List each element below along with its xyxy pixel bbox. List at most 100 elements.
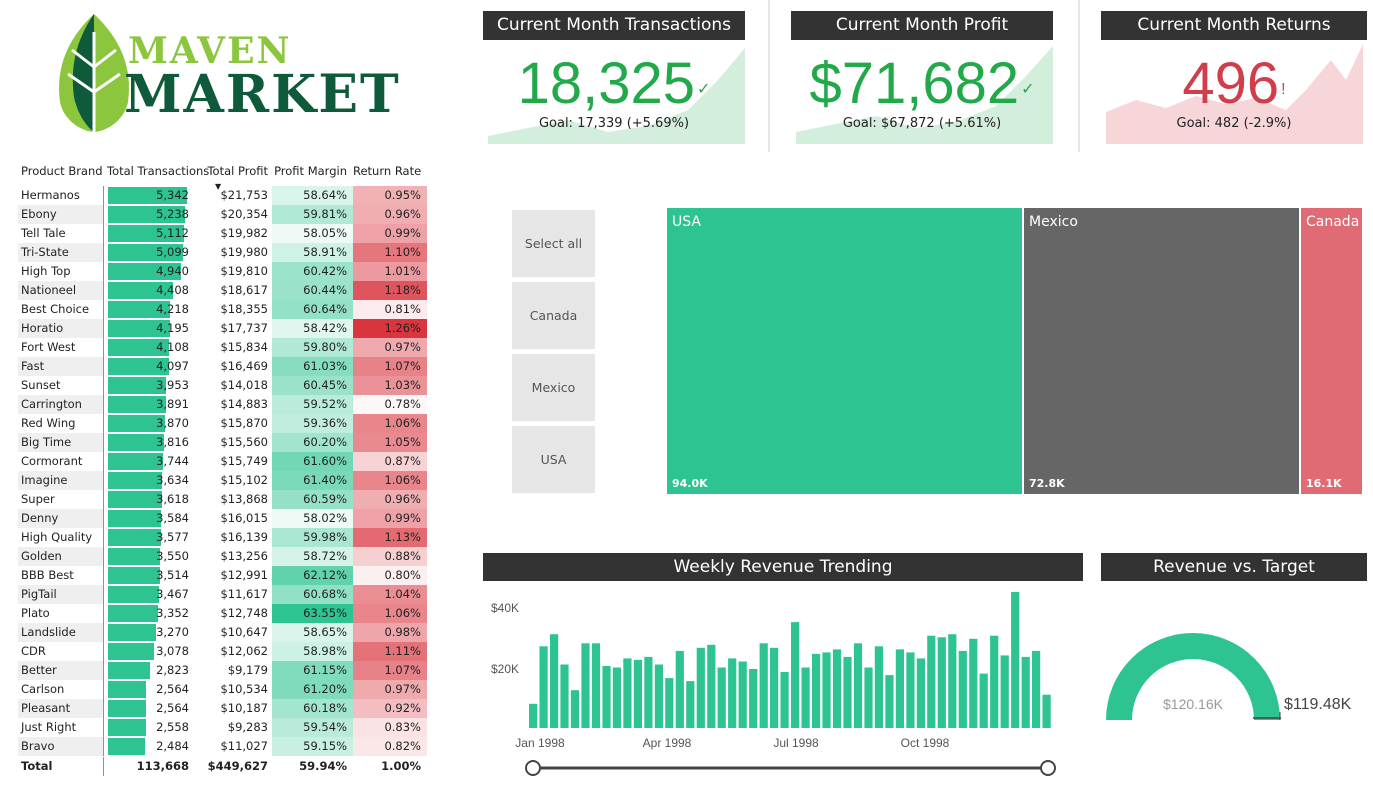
weekly-bar[interactable] bbox=[1000, 655, 1009, 728]
weekly-bar[interactable] bbox=[602, 666, 611, 728]
weekly-bar[interactable] bbox=[979, 673, 988, 728]
weekly-bar[interactable] bbox=[895, 649, 904, 728]
table-row[interactable]: Bravo 2,484 $11,027 59.15% 0.82% bbox=[18, 737, 432, 756]
weekly-bar[interactable] bbox=[1032, 650, 1041, 728]
cell-transactions: 5,342 bbox=[103, 186, 204, 205]
weekly-bar[interactable] bbox=[916, 658, 925, 728]
table-row[interactable]: CDR 3,078 $12,062 58.98% 1.11% bbox=[18, 642, 432, 661]
weekly-bar[interactable] bbox=[570, 690, 580, 728]
table-row[interactable]: Golden 3,550 $13,256 58.72% 0.88% bbox=[18, 547, 432, 566]
slicer-select-all[interactable]: Select all bbox=[512, 210, 595, 277]
table-row[interactable]: Imagine 3,634 $15,102 61.40% 1.06% bbox=[18, 471, 432, 490]
table-row[interactable]: Big Time 3,816 $15,560 60.20% 1.05% bbox=[18, 433, 432, 452]
cell-profit: $10,534 bbox=[220, 682, 268, 696]
weekly-bar[interactable] bbox=[654, 664, 663, 729]
weekly-bar[interactable] bbox=[770, 647, 779, 728]
weekly-bar[interactable] bbox=[581, 643, 590, 728]
col-return-rate[interactable]: Return Rate bbox=[353, 162, 427, 181]
weekly-bar[interactable] bbox=[874, 646, 883, 728]
weekly-bar[interactable] bbox=[717, 667, 726, 729]
total-margin: 59.94% bbox=[299, 759, 347, 773]
table-row[interactable]: Fast 4,097 $16,469 61.03% 1.07% bbox=[18, 357, 432, 376]
weekly-bar[interactable] bbox=[801, 667, 810, 729]
table-row[interactable]: Carrington 3,891 $14,883 59.52% 0.78% bbox=[18, 395, 432, 414]
table-row[interactable]: Cormorant 3,744 $15,749 61.60% 0.87% bbox=[18, 452, 432, 471]
treemap-canada[interactable]: Canada 16.1K bbox=[1301, 208, 1362, 494]
table-row[interactable]: Better 2,823 $9,179 61.15% 1.07% bbox=[18, 661, 432, 680]
slicer-canada[interactable]: Canada bbox=[512, 282, 595, 349]
table-row[interactable]: Denny 3,584 $16,015 58.02% 0.99% bbox=[18, 509, 432, 528]
table-row[interactable]: Tell Tale 5,112 $19,982 58.05% 0.99% bbox=[18, 224, 432, 243]
weekly-bar[interactable] bbox=[906, 652, 915, 728]
weekly-bar[interactable] bbox=[529, 703, 538, 728]
table-row[interactable]: High Top 4,940 $19,810 60.42% 1.01% bbox=[18, 262, 432, 281]
table-row[interactable]: Pleasant 2,564 $10,187 60.18% 0.92% bbox=[18, 699, 432, 718]
table-row[interactable]: Just Right 2,558 $9,283 59.54% 0.83% bbox=[18, 718, 432, 737]
col-profit-margin[interactable]: Profit Margin bbox=[272, 162, 353, 181]
table-row[interactable]: Plato 3,352 $12,748 63.55% 1.06% bbox=[18, 604, 432, 623]
table-row[interactable]: Tri-State 5,099 $19,980 58.91% 1.10% bbox=[18, 243, 432, 262]
table-row[interactable]: PigTail 3,467 $11,617 60.68% 1.04% bbox=[18, 585, 432, 604]
weekly-bar[interactable] bbox=[539, 646, 548, 728]
table-row[interactable]: Hermanos 5,342 $21,753 58.64% 0.95% bbox=[18, 186, 432, 205]
range-slider-start-handle[interactable] bbox=[525, 760, 541, 776]
weekly-bar[interactable] bbox=[812, 653, 821, 728]
weekly-bar[interactable] bbox=[1042, 694, 1051, 728]
weekly-bar[interactable] bbox=[633, 659, 642, 728]
weekly-bar[interactable] bbox=[686, 681, 695, 728]
table-row[interactable]: Horatio 4,195 $17,737 58.42% 1.26% bbox=[18, 319, 432, 338]
treemap-mexico[interactable]: Mexico 72.8K bbox=[1024, 208, 1299, 494]
weekly-bar[interactable] bbox=[969, 638, 978, 728]
table-row[interactable]: Landslide 3,270 $10,647 58.65% 0.98% bbox=[18, 623, 432, 642]
weekly-bar[interactable] bbox=[623, 658, 632, 728]
table-row[interactable]: Fort West 4,108 $15,834 59.80% 0.97% bbox=[18, 338, 432, 357]
weekly-bar[interactable] bbox=[738, 661, 747, 729]
table-row[interactable]: BBB Best 3,514 $12,991 62.12% 0.80% bbox=[18, 566, 432, 585]
weekly-bar[interactable] bbox=[665, 678, 674, 728]
table-row[interactable]: Red Wing 3,870 $15,870 59.36% 1.06% bbox=[18, 414, 432, 433]
weekly-bar[interactable] bbox=[707, 644, 716, 728]
col-total-profit[interactable]: Total Profit bbox=[204, 162, 272, 181]
weekly-bar[interactable] bbox=[696, 647, 705, 728]
weekly-bar[interactable] bbox=[958, 650, 967, 728]
weekly-bar[interactable] bbox=[759, 643, 768, 728]
table-row[interactable]: High Quality 3,577 $16,139 59.98% 1.13% bbox=[18, 528, 432, 547]
table-row[interactable]: Best Choice 4,218 $18,355 60.64% 0.81% bbox=[18, 300, 432, 319]
weekly-bar[interactable] bbox=[990, 635, 999, 728]
weekly-bar[interactable] bbox=[728, 658, 737, 728]
weekly-bar[interactable] bbox=[927, 635, 936, 728]
table-row[interactable]: Ebony 5,238 $20,354 59.81% 0.96% bbox=[18, 205, 432, 224]
col-product-brand[interactable]: Product Brand bbox=[18, 162, 103, 181]
weekly-bar[interactable] bbox=[1021, 656, 1030, 728]
col-total-transactions[interactable]: Total Transactions ▼ bbox=[103, 162, 221, 191]
weekly-bar[interactable] bbox=[822, 652, 831, 728]
table-row[interactable]: Super 3,618 $13,868 60.59% 0.96% bbox=[18, 490, 432, 509]
weekly-bar[interactable] bbox=[612, 667, 621, 729]
weekly-bar[interactable] bbox=[843, 656, 852, 728]
treemap-usa[interactable]: USA 94.0K bbox=[667, 208, 1022, 494]
weekly-bar[interactable] bbox=[780, 672, 789, 728]
weekly-bar[interactable] bbox=[791, 622, 800, 728]
table-row[interactable]: Sunset 3,953 $14,018 60.45% 1.03% bbox=[18, 376, 432, 395]
weekly-revenue-title: Weekly Revenue Trending bbox=[483, 553, 1083, 581]
weekly-bar[interactable] bbox=[885, 675, 894, 728]
weekly-bar[interactable] bbox=[832, 649, 842, 728]
slicer-mexico[interactable]: Mexico bbox=[512, 354, 595, 421]
weekly-bar[interactable] bbox=[864, 667, 873, 729]
slicer-usa[interactable]: USA bbox=[512, 426, 595, 493]
weekly-bar[interactable] bbox=[853, 643, 863, 728]
weekly-bar[interactable] bbox=[948, 634, 957, 728]
table-row[interactable]: Nationeel 4,408 $18,617 60.44% 1.18% bbox=[18, 281, 432, 300]
table-row[interactable]: Carlson 2,564 $10,534 61.20% 0.97% bbox=[18, 680, 432, 699]
weekly-bar[interactable] bbox=[937, 637, 946, 729]
weekly-bar[interactable] bbox=[675, 650, 684, 728]
range-slider-end-handle[interactable] bbox=[1040, 760, 1056, 776]
weekly-bar[interactable] bbox=[550, 634, 559, 728]
weekly-bar[interactable] bbox=[749, 669, 758, 728]
weekly-bar[interactable] bbox=[591, 643, 601, 728]
cell-transactions-value: 3,953 bbox=[156, 378, 189, 392]
kpi-profit-value: $71,682 ✓ bbox=[791, 49, 1053, 119]
weekly-bar[interactable] bbox=[560, 664, 569, 729]
weekly-bar[interactable] bbox=[644, 656, 653, 728]
weekly-bar[interactable] bbox=[1011, 591, 1020, 728]
